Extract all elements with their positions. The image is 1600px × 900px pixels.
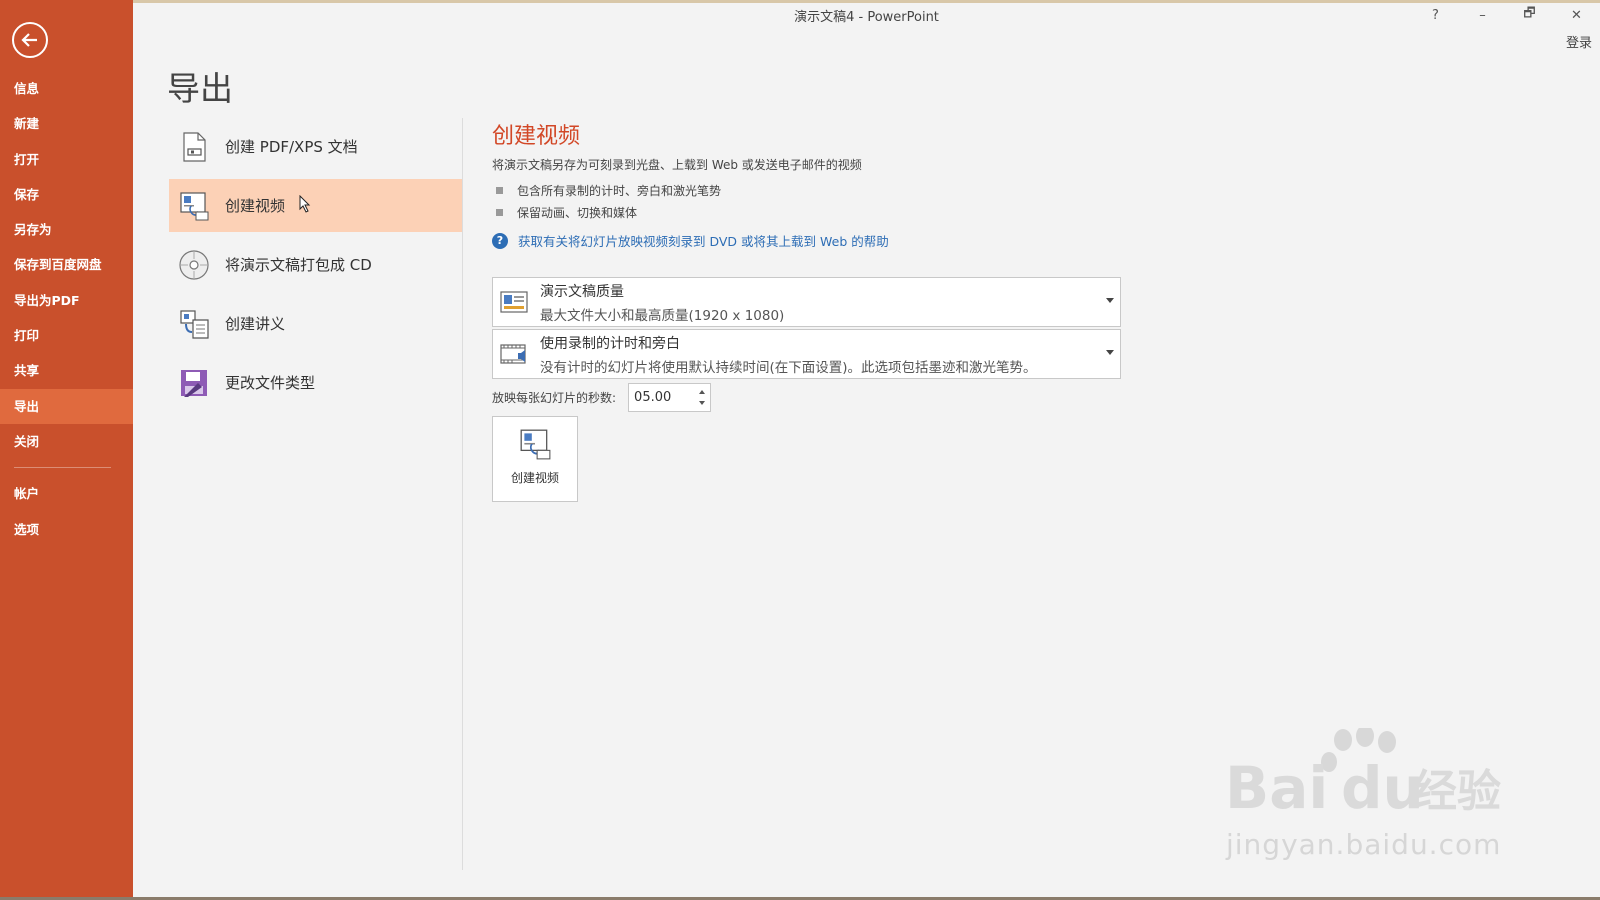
signin-link[interactable]: 登录	[1566, 32, 1592, 51]
bullet-text: 保留动画、切换和媒体	[517, 205, 638, 220]
sidebar-item-account[interactable]: 帐户	[0, 476, 133, 511]
minimize-button[interactable]: –	[1459, 3, 1506, 27]
sidebar-item-export[interactable]: 导出	[0, 388, 133, 424]
seconds-input[interactable]	[629, 384, 690, 411]
window-controls: ? – 🗗 ✕	[1412, 3, 1600, 27]
bullet-square-icon	[496, 208, 503, 216]
watermark-du: du	[1341, 754, 1424, 822]
presentation-quality-icon	[499, 287, 529, 317]
sidebar-divider	[14, 467, 111, 469]
sidebar-item-export-pdf[interactable]: 导出为PDF	[0, 283, 133, 318]
window-title: 演示文稿4 - PowerPoint	[794, 10, 939, 25]
sidebar-item-info[interactable]: 信息	[0, 71, 133, 106]
sidebar-item-new[interactable]: 新建	[0, 106, 133, 141]
sidebar-nav: 信息 新建 打开 保存 另存为 保存到百度网盘 导出为PDF 打印 共享 导出 …	[0, 71, 133, 547]
panel-title: 创建视频	[492, 124, 581, 149]
sidebar-item-save-to-baidu[interactable]: 保存到百度网盘	[0, 247, 133, 282]
export-option-label: 创建 PDF/XPS 文档	[225, 138, 358, 156]
sidebar-item-print[interactable]: 打印	[0, 318, 133, 353]
baidu-watermark: Bai du 经验	[1225, 725, 1515, 827]
pdf-document-icon	[177, 130, 211, 164]
export-option-video[interactable]: 创建视频	[169, 179, 462, 232]
timing-subtitle: 没有计时的幻灯片将使用默认持续时间(在下面设置)。此选项包括墨迹和激光笔势。	[540, 360, 1037, 376]
export-option-handouts[interactable]: 创建讲义	[169, 297, 462, 350]
backstage-sidebar: 信息 新建 打开 保存 另存为 保存到百度网盘 导出为PDF 打印 共享 导出 …	[0, 0, 133, 900]
export-option-label: 创建视频	[225, 197, 286, 215]
dropdown-arrow-icon	[1106, 298, 1114, 303]
quality-title: 演示文稿质量	[540, 284, 624, 300]
help-button[interactable]: ?	[1412, 3, 1459, 27]
timing-dropdown[interactable]: 使用录制的计时和旁白 没有计时的幻灯片将使用默认持续时间(在下面设置)。此选项包…	[492, 329, 1121, 379]
sidebar-item-close[interactable]: 关闭	[0, 424, 133, 459]
export-options-list: 创建 PDF/XPS 文档 创建视频 将演示文稿打包成 CD 创建讲义 更改文件…	[169, 120, 462, 415]
video-icon	[177, 189, 211, 223]
title-bar: 演示文稿4 - PowerPoint ? – 🗗 ✕	[133, 0, 1600, 26]
bullet-square-icon	[496, 186, 503, 194]
dropdown-arrow-icon	[1106, 350, 1114, 355]
quality-subtitle: 最大文件大小和最高质量(1920 x 1080)	[540, 308, 785, 324]
sidebar-item-options[interactable]: 选项	[0, 512, 133, 547]
feature-bullet: 保留动画、切换和媒体	[492, 201, 1132, 223]
help-link-text[interactable]: 获取有关将幻灯片放映视频刻录到 DVD 或将其上载到 Web 的帮助	[518, 231, 889, 250]
sidebar-item-save[interactable]: 保存	[0, 177, 133, 212]
seconds-per-slide-row: 放映每张幻灯片的秒数:	[492, 383, 712, 412]
quality-dropdown[interactable]: 演示文稿质量 最大文件大小和最高质量(1920 x 1080)	[492, 277, 1121, 327]
bullet-text: 包含所有录制的计时、旁白和激光笔势	[517, 183, 722, 198]
sidebar-item-share[interactable]: 共享	[0, 353, 133, 388]
sidebar-item-open[interactable]: 打开	[0, 142, 133, 177]
back-button[interactable]	[12, 22, 48, 58]
export-option-label: 创建讲义	[225, 315, 286, 333]
timing-narration-icon	[499, 339, 529, 369]
spin-down-icon[interactable]	[699, 401, 706, 405]
close-button[interactable]: ✕	[1553, 3, 1600, 27]
timing-title: 使用录制的计时和旁白	[540, 336, 680, 352]
watermark-bai: Bai	[1225, 754, 1328, 822]
help-question-icon: ?	[492, 232, 508, 249]
create-video-label: 创建视频	[510, 471, 559, 485]
create-video-panel: 创建视频 将演示文稿另存为可刻录到光盘、上载到 Web 或发送电子邮件的视频 包…	[492, 118, 1132, 250]
cd-icon	[177, 248, 211, 282]
mouse-cursor-icon	[299, 194, 311, 217]
spin-up-icon[interactable]	[699, 390, 706, 394]
file-type-icon	[177, 366, 211, 400]
seconds-spinner[interactable]	[628, 383, 712, 412]
export-option-label: 将演示文稿打包成 CD	[225, 256, 372, 274]
watermark-brand: 经验	[1413, 766, 1501, 817]
page-title: 导出	[167, 69, 233, 108]
watermark-url: jingyan.baidu.com	[1226, 828, 1502, 861]
sidebar-item-save-as[interactable]: 另存为	[0, 212, 133, 247]
export-option-label: 更改文件类型	[225, 374, 316, 392]
export-option-pdf[interactable]: 创建 PDF/XPS 文档	[169, 120, 462, 173]
feature-bullet: 包含所有录制的计时、旁白和激光笔势	[492, 179, 1132, 201]
back-arrow-icon	[21, 33, 37, 47]
seconds-label: 放映每张幻灯片的秒数:	[492, 391, 617, 405]
panel-description: 将演示文稿另存为可刻录到光盘、上载到 Web 或发送电子邮件的视频	[492, 158, 862, 172]
help-link[interactable]: ? 获取有关将幻灯片放映视频刻录到 DVD 或将其上载到 Web 的帮助	[492, 231, 1132, 250]
handout-icon	[177, 307, 211, 341]
export-option-package-cd[interactable]: 将演示文稿打包成 CD	[169, 238, 462, 291]
restore-button[interactable]: 🗗	[1506, 3, 1553, 27]
panel-divider	[462, 118, 463, 870]
export-option-change-file-type[interactable]: 更改文件类型	[169, 356, 462, 409]
create-video-button[interactable]: 创建视频	[492, 416, 578, 502]
create-video-icon	[518, 427, 552, 461]
